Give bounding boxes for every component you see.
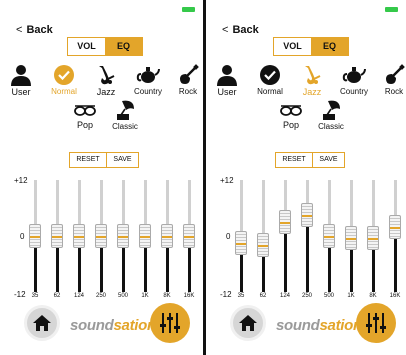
slider-knob-16K[interactable]: [389, 214, 401, 239]
tab-eq[interactable]: EQ: [311, 38, 348, 55]
knob-marker: [96, 236, 106, 238]
knob-marker: [140, 236, 150, 238]
knob-marker: [162, 236, 172, 238]
home-button[interactable]: [230, 305, 266, 341]
slider-knob-124[interactable]: [73, 224, 85, 248]
knob-marker: [30, 236, 40, 238]
logo-part-sound: sound: [70, 317, 114, 334]
knob-marker: [258, 245, 268, 248]
band-label: 8K: [163, 293, 171, 299]
band-label: 35: [31, 293, 39, 299]
slider-knob-16K[interactable]: [183, 224, 195, 248]
band-label: 8K: [369, 293, 377, 299]
vol-eq-toggle: VOL EQ: [67, 37, 143, 56]
slider-knob-1K[interactable]: [345, 226, 357, 251]
slider-knob-8K[interactable]: [367, 226, 379, 251]
knob-marker: [118, 236, 128, 238]
slider-knob-8K[interactable]: [161, 224, 173, 248]
band-label: 62: [259, 293, 267, 299]
gramophone-icon: [100, 99, 150, 121]
soundsation-logo: soundsation: [70, 317, 156, 334]
back-label: Back: [26, 24, 53, 36]
soundsation-logo: soundsation: [276, 317, 362, 334]
knob-marker: [52, 236, 62, 238]
band-label: 16K: [183, 293, 195, 299]
screen-jazz: < Back VOL EQ User Normal Jazz Country Rock Pop Cl…: [206, 0, 406, 355]
tab-eq[interactable]: EQ: [105, 38, 142, 55]
band-label: 1K: [347, 293, 355, 299]
knob-marker: [368, 238, 378, 241]
slider-knob-250[interactable]: [301, 203, 313, 227]
slider-knob-35[interactable]: [235, 231, 247, 255]
band-label: 124: [73, 293, 84, 299]
logo-part-sound: sound: [276, 317, 320, 334]
band-label: 250: [95, 293, 106, 299]
knob-marker: [74, 236, 84, 238]
battery-indicator: [182, 7, 195, 12]
knob-marker: [324, 236, 334, 238]
knob-marker: [346, 238, 356, 241]
slider-knob-500[interactable]: [323, 224, 335, 248]
save-button[interactable]: SAVE: [107, 153, 138, 167]
axis-label-min: -12: [14, 290, 26, 299]
eq-button[interactable]: [356, 303, 396, 343]
slider-knob-62[interactable]: [51, 224, 63, 248]
slider-knob-124[interactable]: [279, 210, 291, 234]
screen-normal: < Back VOL EQ User Normal Jazz Country Rock Pop Cl…: [0, 0, 203, 355]
vol-eq-toggle: VOL EQ: [273, 37, 349, 56]
knob-marker: [302, 215, 312, 217]
guitar-icon: [369, 64, 406, 86]
gramophone-icon: [306, 99, 356, 121]
tab-vol[interactable]: VOL: [68, 38, 105, 55]
eq-button[interactable]: [150, 303, 190, 343]
preset-classic[interactable]: Classic: [100, 99, 150, 131]
back-button[interactable]: < Back: [16, 24, 53, 36]
knob-marker: [280, 222, 290, 224]
back-button[interactable]: < Back: [222, 24, 259, 36]
preset-classic[interactable]: Classic: [306, 99, 356, 131]
chevron-left-icon: <: [222, 24, 229, 36]
reset-save-bar: RESET SAVE: [69, 152, 139, 168]
preset-label: Classic: [112, 122, 138, 131]
reset-button[interactable]: RESET: [276, 153, 313, 167]
axis-label-zero: 0: [226, 232, 231, 241]
back-label: Back: [232, 24, 259, 36]
home-button[interactable]: [24, 305, 60, 341]
axis-label-min: -12: [220, 290, 232, 299]
knob-marker: [184, 236, 194, 238]
save-button[interactable]: SAVE: [313, 153, 344, 167]
slider-knob-62[interactable]: [257, 233, 269, 258]
preset-label: Classic: [318, 122, 344, 131]
preset-label: Rock: [384, 87, 404, 96]
band-label: 124: [279, 293, 290, 299]
slider-knob-1K[interactable]: [139, 224, 151, 248]
preset-rock[interactable]: Rock: [369, 64, 406, 96]
band-label: 16K: [389, 293, 401, 299]
slider-knob-500[interactable]: [117, 224, 129, 248]
slider-knob-250[interactable]: [95, 224, 107, 248]
tab-vol[interactable]: VOL: [274, 38, 311, 55]
reset-button[interactable]: RESET: [70, 153, 107, 167]
axis-label-max: +12: [14, 176, 28, 185]
axis-label-max: +12: [220, 176, 234, 185]
battery-indicator: [385, 7, 398, 12]
band-label: 1K: [141, 293, 149, 299]
band-label: 62: [53, 293, 61, 299]
band-label: 35: [237, 293, 245, 299]
knob-marker: [390, 226, 400, 229]
chevron-left-icon: <: [16, 24, 23, 36]
reset-save-bar: RESET SAVE: [275, 152, 345, 168]
band-label: 500: [117, 293, 128, 299]
axis-label-zero: 0: [20, 232, 25, 241]
knob-marker: [236, 243, 246, 245]
band-label: 500: [323, 293, 334, 299]
slider-knob-35[interactable]: [29, 224, 41, 248]
band-label: 250: [301, 293, 312, 299]
